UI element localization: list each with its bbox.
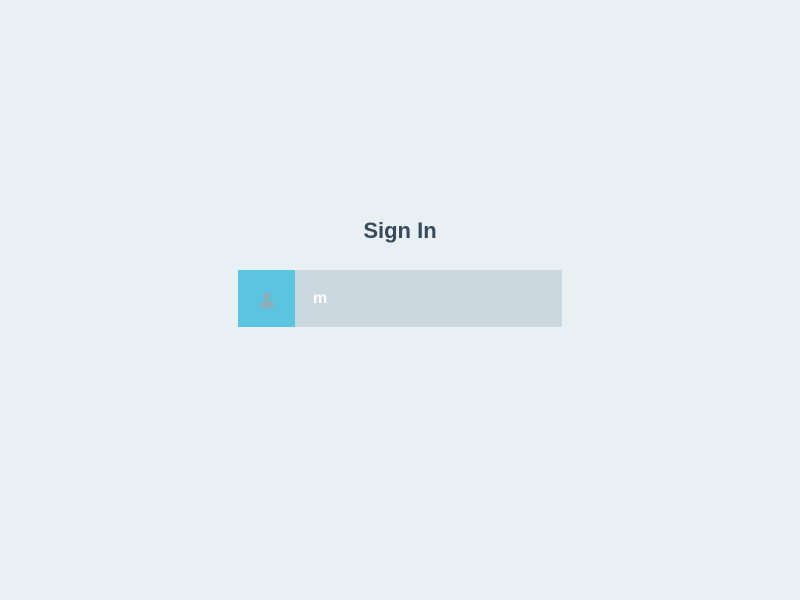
username-input[interactable] [295, 270, 562, 327]
username-icon-box [238, 270, 295, 327]
username-row [238, 270, 562, 327]
user-icon [258, 290, 276, 308]
signin-title: Sign In [363, 218, 436, 244]
